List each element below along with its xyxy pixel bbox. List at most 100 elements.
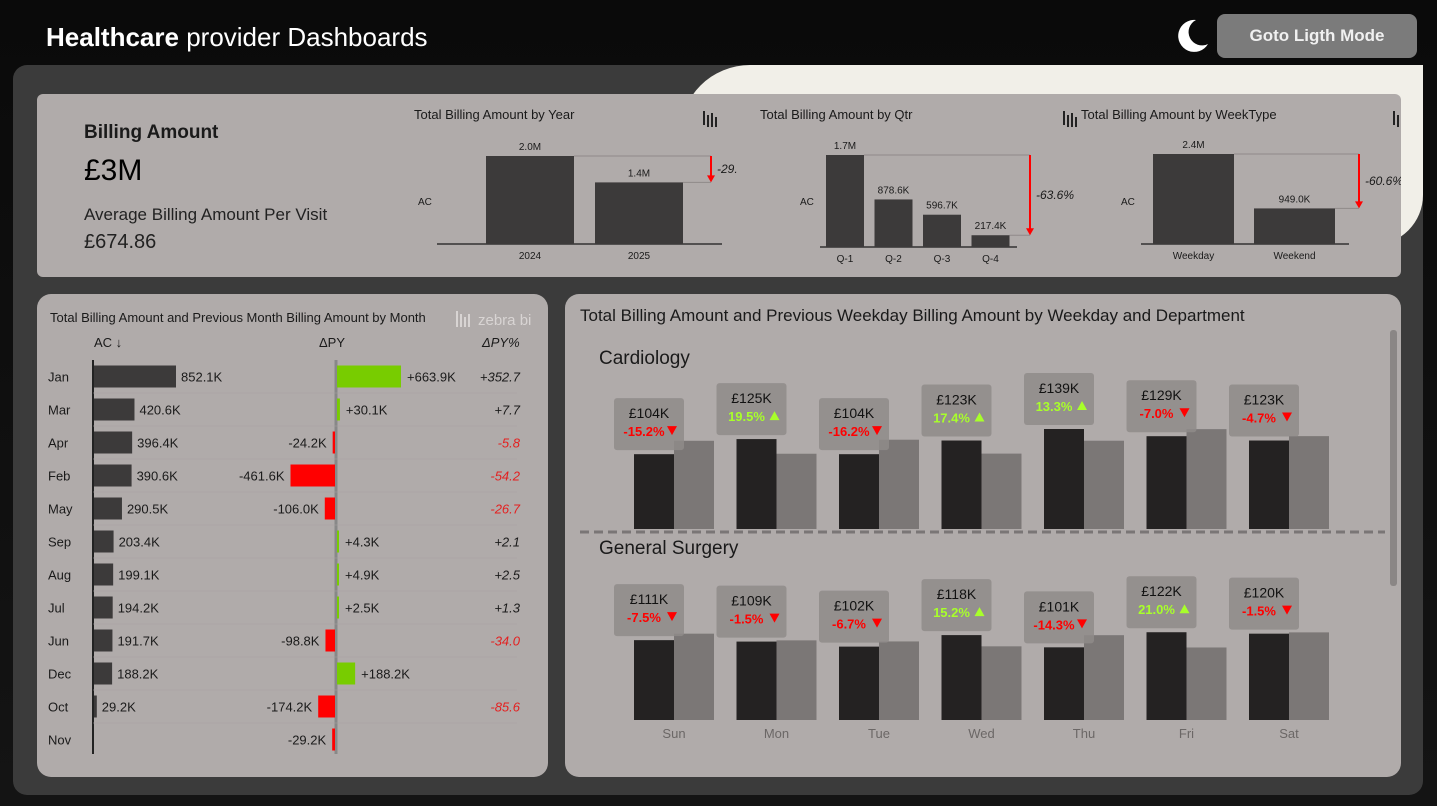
previous-bar[interactable] xyxy=(776,640,817,720)
variance-arrow-head xyxy=(1026,228,1034,236)
previous-bar[interactable] xyxy=(1289,436,1329,529)
zebra-icon[interactable] xyxy=(1063,111,1077,127)
ac-bar[interactable] xyxy=(94,464,132,487)
weekday-chart: Total Billing Amount and Previous Weekda… xyxy=(580,306,1397,741)
bar[interactable] xyxy=(971,235,1010,247)
previous-bar[interactable] xyxy=(776,453,817,529)
pct-label: -16.2% xyxy=(828,424,870,439)
current-bar[interactable] xyxy=(941,635,982,720)
previous-bar[interactable] xyxy=(1084,635,1124,720)
pct-label: 21.0% xyxy=(1138,602,1175,617)
value-label: 217.4K xyxy=(975,221,1007,232)
ac-bar[interactable] xyxy=(94,431,133,454)
ac-bar[interactable] xyxy=(94,365,176,388)
ac-bar[interactable] xyxy=(94,497,122,520)
delta-bar[interactable] xyxy=(337,563,339,586)
delta-bar[interactable] xyxy=(332,728,335,751)
current-bar[interactable] xyxy=(634,454,674,529)
ac-bar[interactable] xyxy=(94,662,113,685)
previous-bar[interactable] xyxy=(981,453,1022,529)
current-bar[interactable] xyxy=(1044,429,1084,529)
weekday-label: Sat xyxy=(1279,726,1299,741)
weekday-label: Sun xyxy=(662,726,685,741)
previous-bar[interactable] xyxy=(1084,440,1124,529)
light-mode-button[interactable]: Goto Ligth Mode xyxy=(1217,14,1417,58)
bar[interactable] xyxy=(595,182,683,244)
delta-bar[interactable] xyxy=(318,695,335,718)
current-bar[interactable] xyxy=(634,640,674,720)
current-bar[interactable] xyxy=(736,439,777,529)
ac-bar[interactable] xyxy=(94,695,97,718)
previous-bar[interactable] xyxy=(1289,632,1329,720)
previous-bar[interactable] xyxy=(1186,647,1227,720)
delta-bar[interactable] xyxy=(325,629,335,652)
ac-value: 188.2K xyxy=(117,667,159,682)
current-bar[interactable] xyxy=(736,641,777,720)
pct-label: 13.3% xyxy=(1036,399,1073,414)
delta-bar[interactable] xyxy=(337,662,356,685)
kpi-value: £3M xyxy=(84,154,143,187)
month-label: Jul xyxy=(48,601,65,616)
moon-icon[interactable] xyxy=(1174,18,1210,54)
current-bar[interactable] xyxy=(1146,632,1187,720)
ac-bar[interactable] xyxy=(94,563,114,586)
pct-label: -6.7% xyxy=(832,617,866,632)
zebra-icon[interactable] xyxy=(1393,111,1401,127)
delta-pct: +1.3 xyxy=(494,601,520,616)
previous-bar[interactable] xyxy=(879,641,919,720)
previous-bar[interactable] xyxy=(1186,429,1227,529)
chart-title: Total Billing Amount by WeekType xyxy=(1081,107,1277,122)
scrollbar-thumb[interactable] xyxy=(1390,330,1397,586)
current-bar[interactable] xyxy=(1249,633,1289,720)
bar[interactable] xyxy=(826,155,864,247)
current-bar[interactable] xyxy=(839,646,879,720)
value-label: £111K xyxy=(630,591,669,607)
page-title: Healthcare provider Dashboards xyxy=(46,22,428,53)
current-bar[interactable] xyxy=(839,454,879,529)
pct-label: 19.5% xyxy=(728,409,765,424)
variance-label: -29.6% xyxy=(717,162,737,176)
delta-value: -98.8K xyxy=(281,634,320,649)
category-label: Weekday xyxy=(1173,251,1215,262)
delta-bar[interactable] xyxy=(332,431,335,454)
value-label: 596.7K xyxy=(926,201,958,212)
ac-bar[interactable] xyxy=(94,398,135,421)
category-label: 2025 xyxy=(628,251,651,262)
bar[interactable] xyxy=(486,156,574,244)
month-label: Mar xyxy=(48,403,71,418)
zebra-icon[interactable] xyxy=(703,111,717,127)
current-bar[interactable] xyxy=(1249,440,1289,529)
month-label: May xyxy=(48,502,73,517)
current-bar[interactable] xyxy=(941,440,982,529)
bar[interactable] xyxy=(1254,208,1335,244)
previous-bar[interactable] xyxy=(674,633,714,720)
title-rest: provider Dashboards xyxy=(186,22,428,52)
delta-bar[interactable] xyxy=(337,596,339,619)
delta-bar[interactable] xyxy=(290,464,335,487)
month-label: Sep xyxy=(48,535,71,550)
delta-bar[interactable] xyxy=(337,365,401,388)
delta-pct: +352.7 xyxy=(480,370,521,385)
row-label: AC xyxy=(418,197,432,208)
pct-label: -4.7% xyxy=(1242,411,1276,426)
delta-bar[interactable] xyxy=(337,398,340,421)
ac-bar[interactable] xyxy=(94,530,114,553)
bar[interactable] xyxy=(874,199,913,247)
previous-bar[interactable] xyxy=(981,646,1022,720)
month-label: Jun xyxy=(48,634,69,649)
ac-bar[interactable] xyxy=(94,629,113,652)
bar[interactable] xyxy=(1153,154,1234,244)
previous-bar[interactable] xyxy=(674,440,714,529)
delta-bar[interactable] xyxy=(324,497,335,520)
ac-bar[interactable] xyxy=(94,596,113,619)
value-label: 1.4M xyxy=(628,168,650,179)
value-label: £102K xyxy=(834,598,875,614)
value-label: 2.0M xyxy=(519,142,541,153)
delta-pct: +2.1 xyxy=(494,535,520,550)
delta-bar[interactable] xyxy=(337,530,339,553)
month-label: Jan xyxy=(48,370,69,385)
current-bar[interactable] xyxy=(1044,647,1084,720)
current-bar[interactable] xyxy=(1146,436,1187,529)
previous-bar[interactable] xyxy=(879,439,919,529)
bar[interactable] xyxy=(923,214,961,247)
